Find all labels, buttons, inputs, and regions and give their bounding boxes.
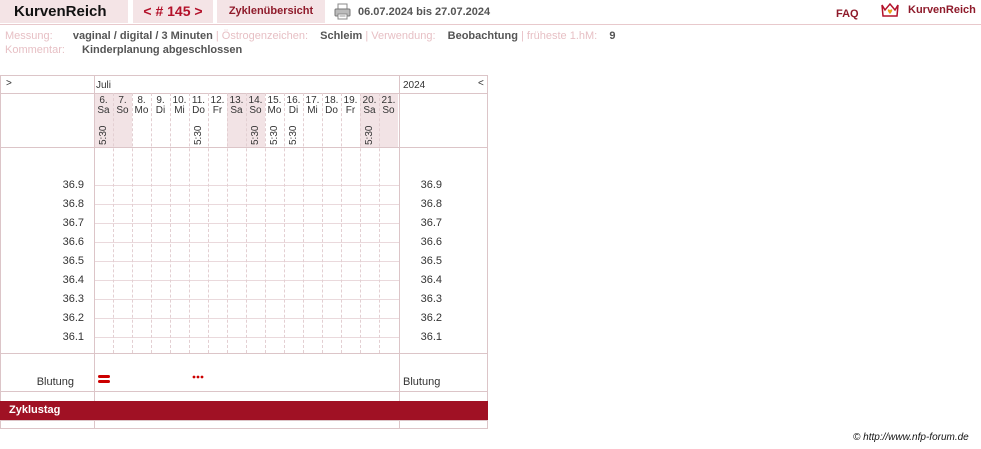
day-column-divider <box>170 93 171 353</box>
temperature-label-right: 36.5 <box>420 255 442 267</box>
earliest-temp-value: 9 <box>609 30 616 42</box>
chart-row-divider <box>0 391 488 392</box>
day-weekday: Di <box>288 105 299 116</box>
day-column-divider <box>284 93 285 353</box>
temperature-label-left: 36.8 <box>62 198 84 210</box>
day-weekday: Mi <box>307 105 318 116</box>
bleeding-spotting-marker <box>192 375 204 379</box>
day-column-divider <box>360 93 361 353</box>
temperature-label-right: 36.2 <box>420 312 442 324</box>
day-column-divider <box>246 93 247 353</box>
day-column-divider <box>227 93 228 353</box>
comment-value: Kinderplanung abgeschlossen <box>82 44 243 56</box>
temperature-label-right: 36.3 <box>420 293 442 305</box>
info-line-1: Messung: vaginal / digital / 3 Minuten |… <box>5 30 616 42</box>
estrogen-value: Schleim <box>320 30 363 42</box>
day-weekday: Di <box>155 105 166 116</box>
year-label: 2024 <box>403 80 426 91</box>
day-weekday: Sa <box>363 105 376 116</box>
chart-left-divider <box>94 75 95 429</box>
day-weekday: Fr <box>212 105 223 116</box>
temperature-label-right: 36.7 <box>420 217 442 229</box>
temperature-label-left: 36.5 <box>62 255 84 267</box>
chart-row-divider <box>0 353 488 354</box>
temperature-label-right: 36.4 <box>420 274 442 286</box>
cycle-day-label: Zyklustag <box>9 404 61 416</box>
chart-right-divider <box>399 75 400 429</box>
day-weekday: Sa <box>230 105 243 116</box>
day-weekday: So <box>116 105 129 116</box>
day-weekday: Mo <box>134 105 149 116</box>
day-weekday: So <box>382 105 395 116</box>
day-column-divider <box>113 93 114 353</box>
day-column-divider <box>189 93 190 353</box>
faq-link[interactable]: FAQ <box>836 8 859 20</box>
month-label: Juli <box>96 80 112 91</box>
chart-row-divider <box>0 147 488 148</box>
day-column-divider <box>322 93 323 353</box>
temperature-label-right: 36.8 <box>420 198 442 210</box>
temperature-label-left: 36.3 <box>62 293 84 305</box>
day-column-divider <box>208 93 209 353</box>
measurement-time: 5:30 <box>288 125 299 145</box>
measurement-time: 5:30 <box>193 125 204 145</box>
bleeding-strong-marker <box>98 375 110 383</box>
temperature-label-right: 36.1 <box>420 331 442 343</box>
cycle-navigator[interactable]: < # 145 > <box>133 0 213 23</box>
cycle-overview-button[interactable]: Zyklenübersicht <box>217 0 325 23</box>
date-range: 06.07.2024 bis 27.07.2024 <box>358 6 491 18</box>
day-column-divider <box>132 93 133 353</box>
day-column-divider <box>379 93 380 353</box>
measurement-time: 5:30 <box>250 125 261 145</box>
printer-icon[interactable] <box>334 3 351 20</box>
next-cycle-arrow[interactable]: < <box>478 78 484 89</box>
cycle-day-bar <box>0 401 488 420</box>
day-column-divider <box>151 93 152 353</box>
measurement-label: Messung: <box>5 30 53 42</box>
earliest-temp-label: früheste 1.hM: <box>526 30 598 42</box>
temperature-label-left: 36.6 <box>62 236 84 248</box>
day-column-divider <box>341 93 342 353</box>
temperature-label-left: 36.2 <box>62 312 84 324</box>
day-weekday: Mo <box>267 105 282 116</box>
chart-row-divider <box>0 93 488 94</box>
measurement-value: vaginal / digital / 3 Minuten <box>72 30 213 42</box>
day-weekday: Sa <box>97 105 110 116</box>
measurement-time: 5:30 <box>98 125 109 145</box>
bleeding-label-left: Blutung <box>36 376 74 388</box>
day-column-divider <box>303 93 304 353</box>
measurement-time: 5:30 <box>364 125 375 145</box>
day-weekday: Do <box>192 105 205 116</box>
temperature-label-left: 36.9 <box>62 179 84 191</box>
info-line-2: Kommentar: Kinderplanung abgeschlossen <box>5 44 242 56</box>
temperature-label-left: 36.4 <box>62 274 84 286</box>
estrogen-label: Östrogenzeichen: <box>221 30 308 42</box>
comment-label: Kommentar: <box>5 44 65 56</box>
day-weekday: Do <box>325 105 338 116</box>
bleeding-label-right: Blutung <box>403 376 441 388</box>
brand-title[interactable]: KurvenReich <box>14 3 107 20</box>
prev-cycle-arrow[interactable]: > <box>6 78 12 89</box>
day-weekday: Mi <box>174 105 185 116</box>
chart-row-divider <box>0 420 488 421</box>
crown-heart-icon[interactable] <box>880 1 900 19</box>
temperature-label-left: 36.1 <box>62 331 84 343</box>
day-weekday: So <box>249 105 262 116</box>
logo-text[interactable]: KurvenReich <box>908 4 976 16</box>
temperature-label-right: 36.6 <box>420 236 442 248</box>
day-column-divider <box>265 93 266 353</box>
copyright: © http://www.nfp-forum.de <box>853 432 969 443</box>
temperature-label-left: 36.7 <box>62 217 84 229</box>
temperature-label-right: 36.9 <box>420 179 442 191</box>
usage-value: Beobachtung <box>447 30 518 42</box>
usage-label: Verwendung: <box>371 30 436 42</box>
measurement-time: 5:30 <box>269 125 280 145</box>
day-weekday: Fr <box>345 105 356 116</box>
